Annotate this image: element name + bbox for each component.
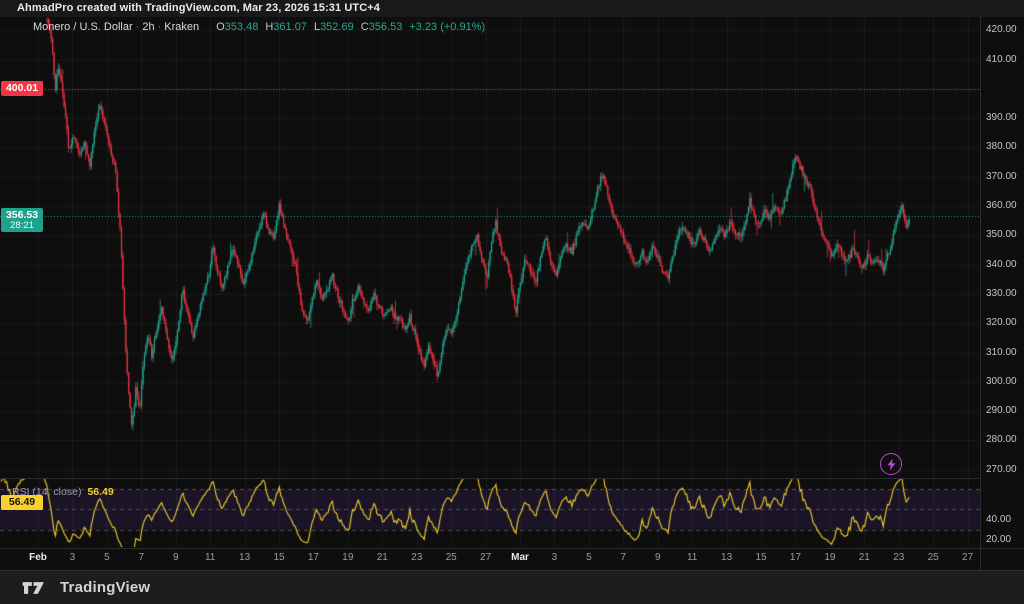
- last-price-label: 356.53 28:21: [1, 208, 43, 232]
- watermark-bar: AhmadPro created with TradingView.com, M…: [0, 0, 1024, 17]
- price-tick-label: 380.00: [986, 141, 1017, 152]
- x-tick-day: 9: [655, 552, 661, 563]
- price-tick-label: 280.00: [986, 434, 1017, 445]
- x-tick-day: 3: [552, 552, 558, 563]
- x-tick-month: Mar: [511, 552, 529, 563]
- ohlc-number: 353.48: [225, 21, 259, 33]
- rsi-axis-label: 56.49: [1, 495, 43, 510]
- x-tick-day: 13: [721, 552, 732, 563]
- rsi-tick-label: 20.00: [986, 534, 1011, 545]
- alert-price-value: 400.01: [6, 82, 38, 94]
- change-value: +3.23 (+0.91%): [409, 21, 485, 33]
- ohlc-values: O353.48H361.07L352.69C356.53: [209, 21, 402, 33]
- exchange-label: Kraken: [164, 21, 199, 33]
- x-tick-day: 9: [173, 552, 179, 563]
- x-tick-day: 17: [790, 552, 801, 563]
- price-tick-label: 420.00: [986, 24, 1017, 35]
- bar-close-countdown: 28:21: [1, 221, 43, 231]
- x-tick-day: 15: [755, 552, 766, 563]
- x-tick-day: 27: [962, 552, 973, 563]
- axis-separator: [0, 548, 1024, 549]
- price-tick-label: 340.00: [986, 259, 1017, 270]
- x-tick-day: 19: [342, 552, 353, 563]
- rsi-axis-value: 56.49: [9, 496, 35, 508]
- x-tick-day: 25: [446, 552, 457, 563]
- x-tick-day: 23: [411, 552, 422, 563]
- x-tick-day: 17: [308, 552, 319, 563]
- watermark-text: AhmadPro created with TradingView.com, M…: [17, 2, 380, 14]
- tradingview-snapshot: AhmadPro created with TradingView.com, M…: [0, 0, 1024, 604]
- interval-label[interactable]: 2h: [142, 21, 154, 33]
- price-tick-label: 410.00: [986, 54, 1017, 65]
- legend-separator: ·: [133, 21, 143, 33]
- x-tick-day: 27: [480, 552, 491, 563]
- x-tick-day: 3: [70, 552, 76, 563]
- price-tick-label: 390.00: [986, 112, 1017, 123]
- price-tick-label: 360.00: [986, 200, 1017, 211]
- price-tick-label: 310.00: [986, 347, 1017, 358]
- x-tick-day: 5: [104, 552, 110, 563]
- price-tick-label: 300.00: [986, 376, 1017, 387]
- x-tick-day: 11: [205, 552, 215, 563]
- candlestick-chart-canvas[interactable]: [0, 0, 1024, 604]
- footer-bar: TradingView: [0, 570, 1024, 604]
- price-tick-label: 290.00: [986, 405, 1017, 416]
- ohlc-letter: O: [216, 21, 225, 33]
- pane-separator[interactable]: [0, 478, 981, 479]
- price-tick-label: 320.00: [986, 317, 1017, 328]
- time-axis[interactable]: Feb 3 5 7 9 11 13 15 17 19 21 23 25 27 Mar 3 5 7 9 11 13 15 17…: [0, 548, 980, 570]
- price-tick-label: 330.00: [986, 288, 1017, 299]
- x-tick-day: 21: [859, 552, 870, 563]
- price-tick-label: 370.00: [986, 171, 1017, 182]
- x-tick-month: Feb: [29, 552, 47, 563]
- price-axis[interactable]: 420.00 410.00 390.00 380.00 370.00 360.00 350.…: [981, 17, 1024, 570]
- ohlc-number: 361.07: [273, 21, 307, 33]
- rsi-tick-label: 40.00: [986, 514, 1011, 525]
- rsi-value: 56.49: [87, 486, 113, 498]
- x-tick-day: 21: [377, 552, 388, 563]
- x-tick-day: 15: [273, 552, 284, 563]
- x-tick-day: 7: [621, 552, 627, 563]
- price-axis-separator: [980, 17, 981, 570]
- tradingview-brand-text[interactable]: TradingView: [60, 579, 150, 596]
- x-tick-day: 19: [824, 552, 835, 563]
- ohlc-letter: C: [361, 21, 369, 33]
- boost-button[interactable]: [880, 453, 902, 475]
- x-tick-day: 23: [893, 552, 904, 563]
- tradingview-logo-icon[interactable]: [21, 579, 51, 597]
- symbol-title[interactable]: Monero / U.S. Dollar: [33, 21, 133, 33]
- legend-separator2: ·: [155, 21, 165, 33]
- price-tick-label: 350.00: [986, 229, 1017, 240]
- lightning-icon: [886, 458, 897, 471]
- x-tick-day: 5: [586, 552, 592, 563]
- ohlc-number: 352.69: [320, 21, 354, 33]
- x-tick-day: 25: [928, 552, 939, 563]
- alert-price-label[interactable]: 400.01: [1, 81, 43, 96]
- price-tick-label: 270.00: [986, 464, 1017, 475]
- x-tick-day: 11: [687, 552, 697, 563]
- x-tick-day: 7: [139, 552, 145, 563]
- chart-legend: Monero / U.S. Dollar·2h·KrakenO353.48H36…: [33, 21, 485, 33]
- ohlc-number: 356.53: [369, 21, 403, 33]
- x-tick-day: 13: [239, 552, 250, 563]
